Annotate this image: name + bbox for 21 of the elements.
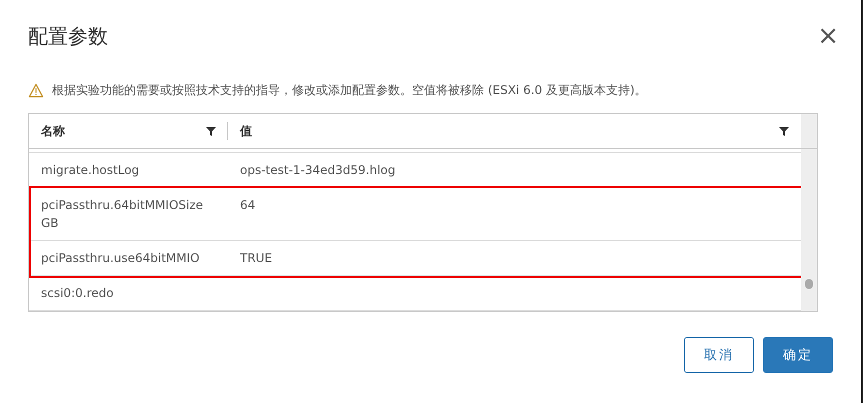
table-cell-text: pciPassthru.64bitMMIOSize GB — [40, 197, 204, 232]
table-cell-text: 64 — [239, 197, 256, 214]
table-cell-text: ops-test-1-34ed3d59.hlog — [239, 162, 396, 179]
table-cell-text: pciPassthru.use64bitMMIO — [40, 250, 201, 267]
table-cell-text: TRUE — [239, 250, 274, 267]
table-row[interactable]: pciPassthru.64bitMMIOSize GB 64 — [29, 188, 801, 241]
table-row[interactable]: pciPassthru.use64bitMMIO TRUE — [29, 241, 801, 276]
notice-text: 根据实验功能的需要或按照技术支持的指导，修改或添加配置参数。空值将被移除 (ESXi 6.0 及更高版本支持)。 — [52, 82, 647, 99]
warning-icon — [28, 83, 44, 98]
scrollbar-thumb[interactable] — [805, 279, 813, 289]
table-cell-text: migrate.hostLog — [40, 162, 140, 179]
column-header: 值 — [240, 122, 252, 140]
close-button[interactable]: × — [817, 23, 839, 49]
confirm-button[interactable]: 确定 — [763, 337, 833, 373]
filter-icon[interactable] — [206, 126, 216, 136]
filter-icon[interactable] — [779, 126, 789, 136]
cancel-button[interactable]: 取消 — [684, 337, 754, 373]
table-cell-text: scsi0:0.redo — [40, 285, 115, 302]
dialog-title: 配置参数 — [28, 22, 108, 50]
table-row[interactable]: scsi0:0.redo — [29, 276, 801, 311]
column-header: 名称 — [41, 122, 65, 140]
